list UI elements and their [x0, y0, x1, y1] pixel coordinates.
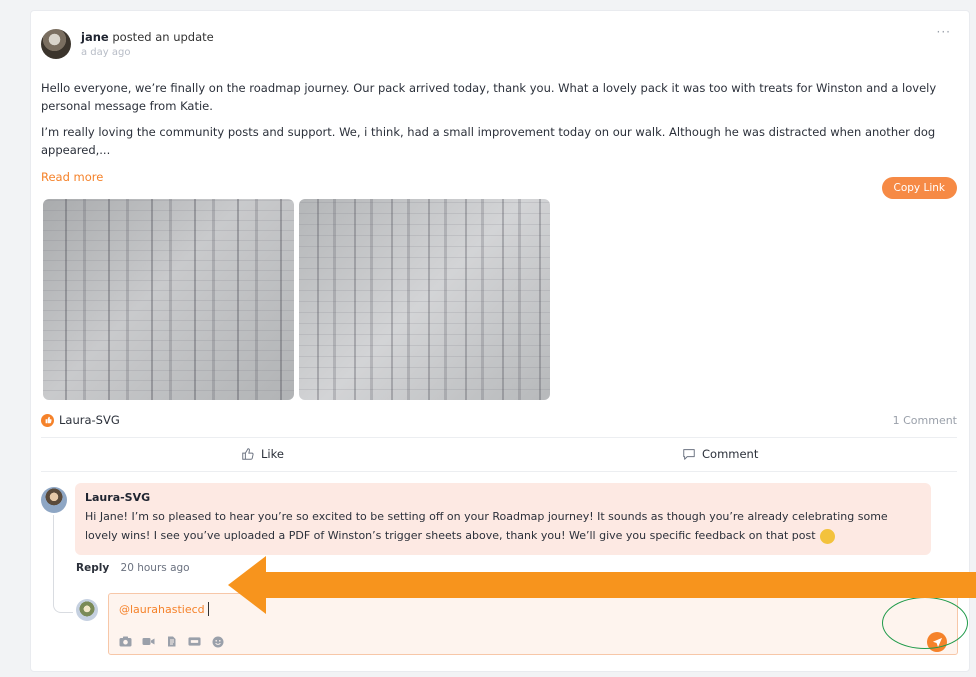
composer-toolbar	[119, 636, 224, 647]
commenter-avatar[interactable]	[41, 487, 67, 513]
camera-icon[interactable]	[119, 636, 132, 647]
post-options-icon[interactable]: ···	[937, 25, 951, 39]
post-header-line: jane posted an update	[81, 30, 214, 44]
hugging-face-emoji-icon	[819, 528, 835, 544]
comment-label: Comment	[702, 447, 759, 461]
like-reaction-icon	[41, 413, 54, 427]
post-paragraph-2: I’m really loving the community posts an…	[41, 125, 936, 157]
read-more-link[interactable]: Read more	[41, 170, 103, 184]
comment-bubble: Laura-SVG Hi Jane! I’m so pleased to hea…	[75, 483, 931, 555]
reply-input[interactable]	[119, 603, 239, 616]
thumbs-up-icon	[242, 448, 254, 460]
post-image-2[interactable]	[299, 199, 550, 400]
comment-time: 20 hours ago	[120, 562, 190, 574]
comment-meta: Reply 20 hours ago	[76, 562, 190, 574]
reply-link[interactable]: Reply	[76, 562, 109, 574]
post-image-1[interactable]	[43, 199, 294, 400]
comment-count[interactable]: 1 Comment	[893, 414, 957, 427]
text-caret	[208, 602, 209, 616]
comment-text: Hi Jane! I’m so pleased to hear you’re s…	[85, 510, 888, 542]
comment-author[interactable]: Laura-SVG	[85, 491, 921, 504]
annotation-arrow	[228, 556, 976, 614]
reactor-name: Laura-SVG	[59, 413, 120, 427]
divider	[41, 471, 957, 472]
like-label: Like	[261, 447, 284, 461]
reaction-summary[interactable]: Laura-SVG	[41, 413, 120, 427]
post-header: jane posted an update a day ago	[41, 29, 214, 59]
comment-button[interactable]: Comment	[682, 447, 758, 461]
post-author-link[interactable]: jane	[81, 30, 109, 44]
copy-link-button[interactable]: Copy Link	[881, 177, 957, 199]
author-avatar[interactable]	[41, 29, 71, 59]
document-icon[interactable]	[165, 636, 178, 647]
post-image-gallery	[43, 199, 550, 400]
emoji-icon[interactable]	[211, 636, 224, 647]
gif-icon[interactable]	[188, 636, 201, 647]
like-button[interactable]: Like	[241, 447, 284, 461]
current-user-avatar	[76, 599, 98, 621]
post-paragraph-1: Hello everyone, we’re finally on the roa…	[41, 81, 937, 113]
speech-bubble-icon	[683, 449, 695, 460]
video-icon[interactable]	[142, 636, 155, 647]
thread-connector	[53, 515, 73, 613]
post-action-text: posted an update	[108, 30, 214, 44]
divider	[41, 437, 957, 438]
post-time: a day ago	[81, 47, 131, 58]
